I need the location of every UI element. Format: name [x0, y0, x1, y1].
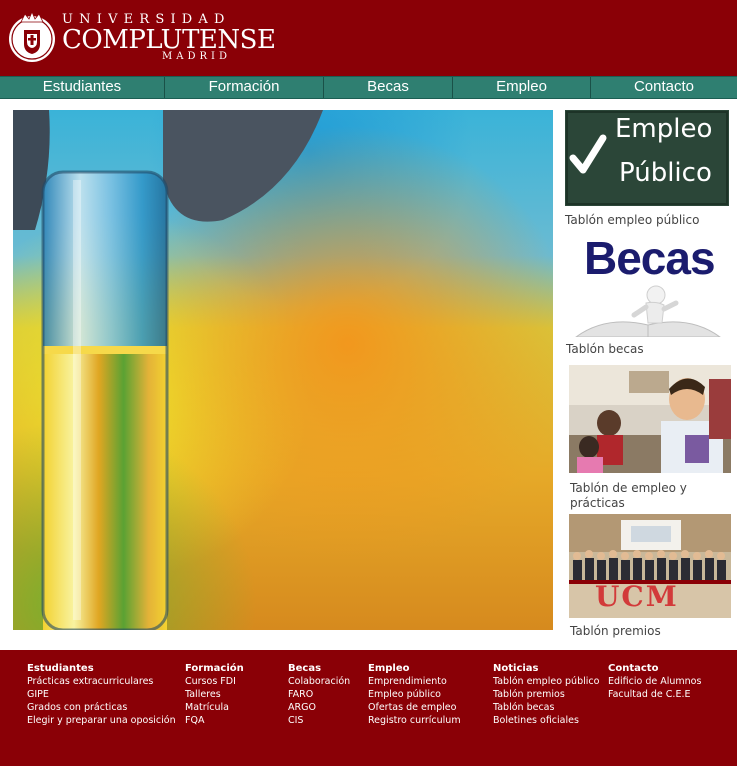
footer-link[interactable]: Tablón empleo público [493, 675, 599, 688]
main-nav: Estudiantes Formación Becas Empleo Conta… [0, 76, 737, 99]
footer-column-noticias: Noticias Tablón empleo público Tablón pr… [493, 662, 599, 727]
footer-column-contacto: Contacto Edificio de Alumnos Facultad de… [608, 662, 701, 701]
footer-link[interactable]: Talleres [185, 688, 244, 701]
footer-heading[interactable]: Contacto [608, 662, 701, 675]
nav-item-empleo[interactable]: Empleo [453, 77, 591, 98]
site-header: UNIVERSIDAD COMPLUTENSE MADRID [0, 0, 737, 76]
footer-heading[interactable]: Formación [185, 662, 244, 675]
empleo-publico-caption[interactable]: Tablón empleo público [565, 213, 735, 228]
footer-heading[interactable]: Empleo [368, 662, 461, 675]
footer-column-empleo: Empleo Emprendimiento Empleo público Ofe… [368, 662, 461, 727]
footer-heading[interactable]: Becas [288, 662, 350, 675]
empleo-banner-text-2: Público [619, 158, 712, 188]
university-seal-icon[interactable] [7, 8, 57, 66]
footer-column-becas: Becas Colaboración FARO ARGO CIS [288, 662, 350, 727]
footer-link[interactable]: Prácticas extracurriculares [27, 675, 176, 688]
footer-link[interactable]: GIPE [27, 688, 176, 701]
footer-link[interactable]: Tablón becas [493, 701, 599, 714]
students-photo-icon [569, 365, 731, 473]
hero-image [13, 110, 553, 630]
footer-link[interactable]: Tablón premios [493, 688, 599, 701]
site-footer: Estudiantes Prácticas extracurriculares … [0, 650, 737, 766]
footer-link[interactable]: Elegir y preparar una oposición [27, 714, 176, 727]
premios-caption[interactable]: Tablón premios [570, 624, 730, 639]
footer-column-estudiantes: Estudiantes Prácticas extracurriculares … [27, 662, 176, 727]
empleo-practicas-caption[interactable]: Tablón de empleo y prácticas [570, 481, 730, 511]
logo-bottom-text: MADRID [162, 51, 231, 62]
footer-link[interactable]: Matrícula [185, 701, 244, 714]
becas-banner[interactable]: Becas [566, 231, 730, 337]
footer-link[interactable]: Facultad de C.E.E [608, 688, 701, 701]
footer-link[interactable]: CIS [288, 714, 350, 727]
footer-column-formacion: Formación Cursos FDI Talleres Matrícula … [185, 662, 244, 727]
footer-link[interactable]: ARGO [288, 701, 350, 714]
empleo-practicas-photo[interactable] [569, 365, 731, 473]
premios-ucm-text: UCM [595, 580, 679, 613]
footer-link[interactable]: Boletines oficiales [493, 714, 599, 727]
nav-item-estudiantes[interactable]: Estudiantes [0, 77, 165, 98]
footer-heading[interactable]: Noticias [493, 662, 599, 675]
footer-link[interactable]: Ofertas de empleo [368, 701, 461, 714]
footer-link[interactable]: Cursos FDI [185, 675, 244, 688]
premios-photo[interactable]: UCM [569, 514, 731, 618]
footer-link[interactable]: Colaboración [288, 675, 350, 688]
footer-link[interactable]: Emprendimiento [368, 675, 461, 688]
person-on-book-icon [575, 285, 721, 337]
nav-item-contacto[interactable]: Contacto [591, 77, 737, 98]
empleo-publico-banner[interactable]: Empleo Público [565, 110, 729, 206]
footer-link[interactable]: FQA [185, 714, 244, 727]
becas-banner-text: Becas [584, 232, 716, 284]
footer-link[interactable]: Edificio de Alumnos [608, 675, 701, 688]
empleo-banner-text-1: Empleo [615, 114, 713, 144]
footer-heading[interactable]: Estudiantes [27, 662, 176, 675]
footer-link[interactable]: Grados con prácticas [27, 701, 176, 714]
nav-item-formacion[interactable]: Formación [165, 77, 324, 98]
footer-link[interactable]: Empleo público [368, 688, 461, 701]
becas-caption[interactable]: Tablón becas [566, 342, 736, 357]
footer-link[interactable]: Registro currículum [368, 714, 461, 727]
footer-link[interactable]: FARO [288, 688, 350, 701]
nav-item-becas[interactable]: Becas [324, 77, 453, 98]
